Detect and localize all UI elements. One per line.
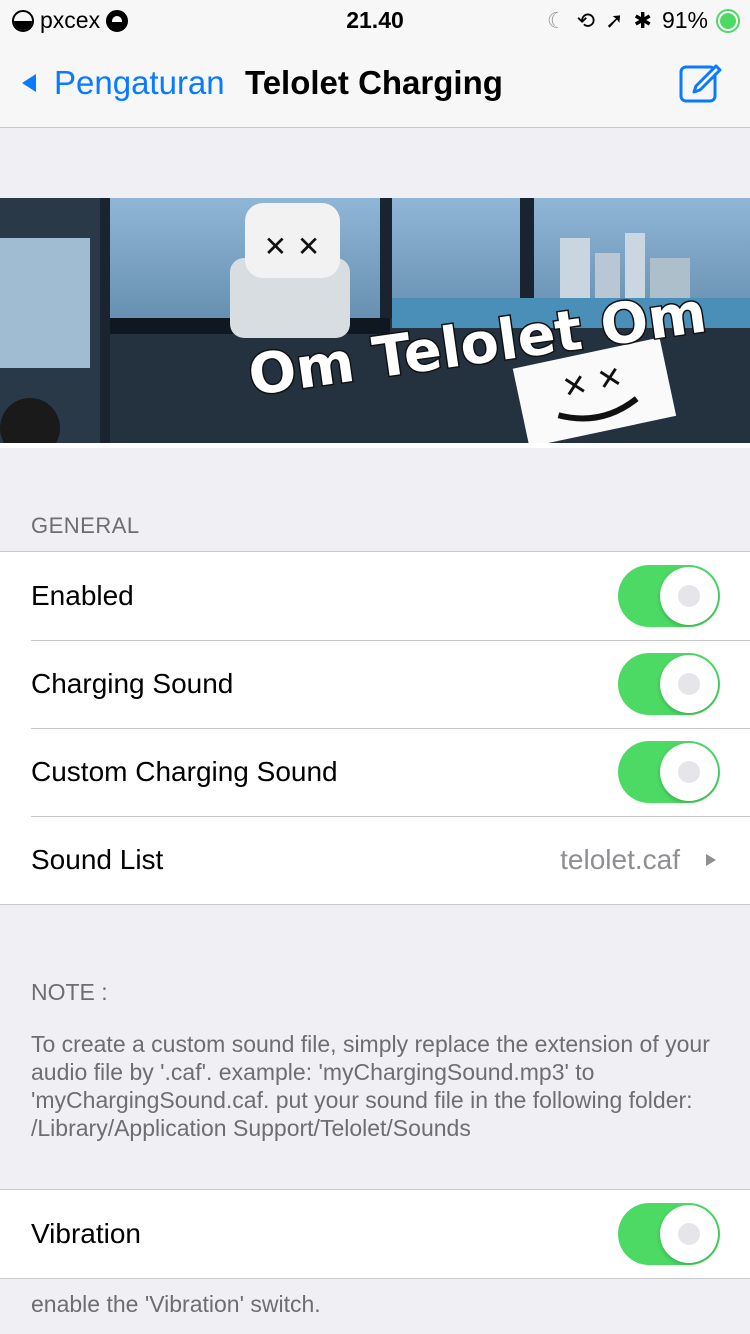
cell-sound-list[interactable]: Sound List telolet.caf [0, 816, 750, 904]
vibration-label: Vibration [31, 1218, 142, 1249]
chevron-right-icon [706, 854, 716, 866]
switch-knob [660, 743, 718, 801]
chevron-left-icon [22, 74, 36, 92]
svg-text:✕ ✕: ✕ ✕ [264, 230, 321, 263]
moon-icon: ☾ [546, 7, 567, 33]
cell-charging-sound: Charging Sound [0, 640, 750, 728]
note-title: NOTE : [31, 979, 108, 1005]
custom-charging-sound-label: Custom Charging Sound [31, 756, 338, 787]
status-bar: pxcex 21.40 ☾ ⟲ ➚ ✱ 91% [0, 0, 750, 40]
page-title: Telolet Charging [245, 64, 503, 101]
bluetooth-icon: ✱ [633, 7, 652, 33]
status-right: ☾ ⟲ ➚ ✱ 91% [547, 7, 738, 34]
navigation-bar: Pengaturan Telolet Charging [0, 40, 750, 128]
charging-sound-switch[interactable] [618, 653, 720, 715]
compose-icon[interactable] [678, 60, 722, 104]
vibration-switch[interactable] [618, 1203, 720, 1265]
banner-image: ✕ ✕ ✕ ✕ Om Telolet Om [0, 198, 750, 448]
note-body: To create a custom sound file, simply re… [31, 1031, 710, 1141]
switch-knob [660, 567, 718, 625]
custom-charging-sound-switch[interactable] [618, 741, 720, 803]
vibration-group: Vibration [0, 1189, 750, 1279]
cell-enabled: Enabled [0, 552, 750, 640]
rotation-lock-icon: ⟲ [576, 7, 596, 33]
switch-knob [660, 655, 718, 713]
battery-percent: 91% [661, 7, 708, 33]
charging-sound-label: Charging Sound [31, 668, 234, 699]
cell-custom-charging-sound: Custom Charging Sound [0, 728, 750, 816]
general-group: Enabled Charging Sound Custom Charging S… [0, 551, 750, 905]
back-button[interactable]: Pengaturan [22, 64, 225, 102]
section-header-general: GENERAL [31, 513, 140, 538]
battery-icon [718, 10, 738, 31]
enabled-switch[interactable] [618, 565, 720, 627]
location-icon: ➚ [605, 7, 624, 33]
switch-knob [660, 1205, 718, 1263]
sound-list-label: Sound List [31, 844, 164, 875]
banner-graphic: ✕ ✕ ✕ ✕ Om Telolet Om [0, 198, 750, 443]
back-button-label: Pengaturan [54, 64, 225, 101]
sound-list-value: telolet.caf [560, 844, 680, 875]
vibration-footer: enable the 'Vibration' switch. [31, 1291, 321, 1317]
cell-vibration: Vibration [0, 1190, 750, 1278]
enabled-label: Enabled [31, 580, 134, 611]
